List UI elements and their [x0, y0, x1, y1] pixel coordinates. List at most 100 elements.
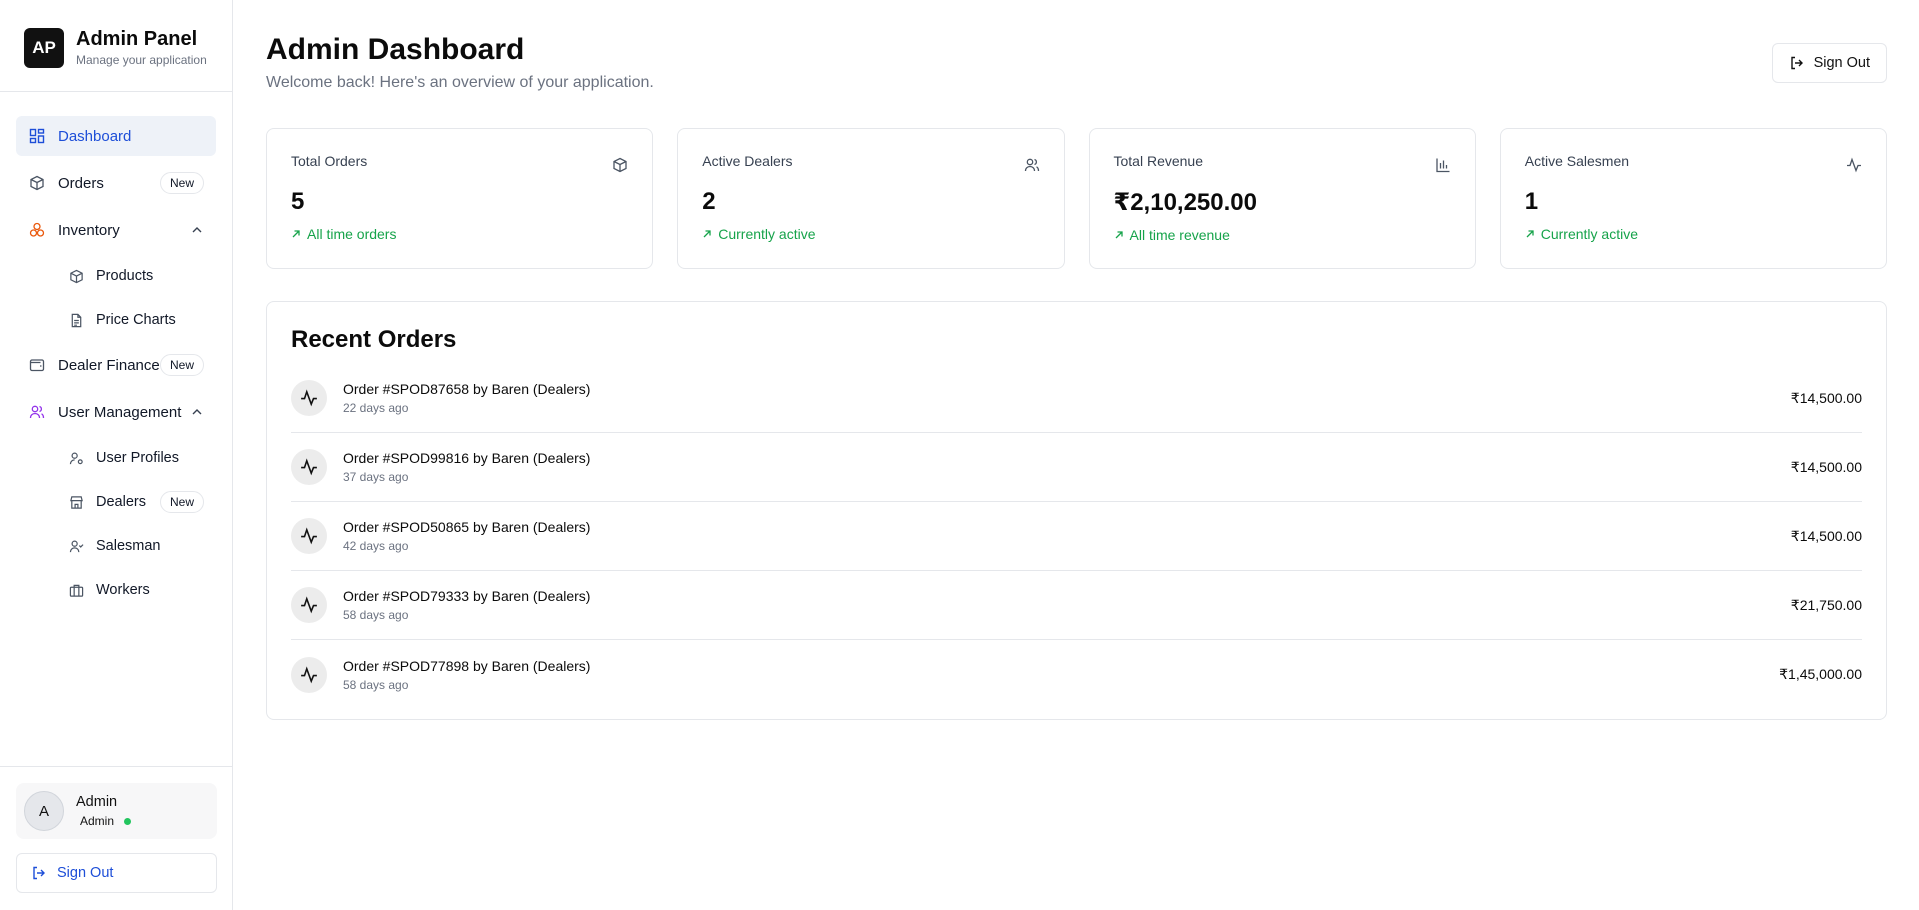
briefcase-icon	[68, 582, 84, 598]
stat-note: All time revenue	[1114, 227, 1451, 243]
user-role-label: Admin	[80, 814, 115, 828]
sidebar-item-label: Price Charts	[96, 312, 176, 328]
new-badge: New	[159, 491, 204, 513]
sidebar-footer: A Admin Admin Sign Out	[0, 766, 233, 910]
sidebar-item-label: User Profiles	[96, 450, 179, 466]
stat-note-text: All time revenue	[1129, 227, 1230, 243]
arrow-up-right-icon	[1525, 229, 1535, 239]
users-icon	[1024, 157, 1040, 173]
activity-icon	[291, 449, 327, 485]
sidebar-item-dealers[interactable]: Dealers New	[16, 483, 216, 521]
brand-title: Admin Panel	[76, 28, 198, 50]
sidebar-item-label: User Management	[58, 403, 182, 421]
sidebar-item-label: Dashboard	[58, 127, 132, 145]
activity-icon	[291, 587, 327, 623]
sidebar-item-user-management[interactable]: User Management	[16, 392, 216, 432]
sign-out-label: Sign Out	[1813, 55, 1870, 71]
order-time: 37 days ago	[343, 470, 409, 484]
new-badge: New	[159, 354, 204, 376]
wallet-icon	[28, 356, 46, 374]
sidebar-item-workers[interactable]: Workers	[16, 571, 216, 609]
user-role: Admin	[76, 814, 132, 828]
sidebar-item-label: Workers	[96, 582, 150, 598]
chevron-up-icon	[190, 223, 204, 237]
sidebar-item-salesman[interactable]: Salesman	[16, 527, 216, 565]
user-check-icon	[68, 538, 84, 554]
stat-note-text: Currently active	[718, 226, 816, 242]
stat-note-text: Currently active	[1540, 226, 1639, 242]
avatar: A	[24, 791, 64, 831]
order-amount: ₹1,45,000.00	[1779, 666, 1862, 682]
stat-card-active-salesmen: Active Salesmen 1 Currently active	[1499, 128, 1887, 269]
sidebar-item-dealer-finance[interactable]: Dealer Finance New	[16, 345, 216, 385]
sign-out-icon	[1789, 55, 1805, 71]
sidebar-sign-out-button[interactable]: Sign Out	[16, 853, 217, 893]
order-time: 22 days ago	[343, 401, 409, 415]
sidebar-item-inventory[interactable]: Inventory	[16, 210, 216, 250]
app-root: AP Admin Panel Manage your application D…	[0, 0, 1919, 910]
dashboard-icon	[28, 127, 46, 145]
list-item[interactable]: Order #SPOD79333 by Baren (Dealers) 58 d…	[291, 571, 1862, 640]
order-title: Order #SPOD87658 by Baren (Dealers)	[343, 381, 591, 397]
stat-value: 1	[1524, 188, 1539, 215]
users-icon	[28, 403, 46, 421]
main-content: Admin Dashboard Welcome back! Here's an …	[233, 0, 1919, 910]
sign-out-icon	[31, 865, 47, 881]
stat-note: All time orders	[291, 226, 628, 242]
list-item[interactable]: Order #SPOD99816 by Baren (Dealers) 37 d…	[291, 433, 1862, 502]
sidebar-item-label: Dealers	[96, 494, 146, 510]
box-icon	[28, 174, 46, 192]
stat-value: ₹2,10,250.00	[1113, 189, 1257, 216]
arrow-up-right-icon	[1114, 230, 1124, 240]
sidebar-item-user-profiles[interactable]: User Profiles	[16, 439, 216, 477]
list-item[interactable]: Order #SPOD50865 by Baren (Dealers) 42 d…	[291, 502, 1862, 571]
sidebar-item-label: Orders	[58, 174, 104, 192]
brand: AP Admin Panel Manage your application	[0, 0, 232, 92]
stat-value: 5	[291, 188, 305, 215]
page-header: Admin Dashboard Welcome back! Here's an …	[266, 32, 1887, 92]
stat-label: Total Revenue	[1113, 153, 1204, 169]
stat-note: Currently active	[702, 226, 1039, 242]
sidebar-item-dashboard[interactable]: Dashboard	[16, 116, 216, 156]
sidebar-item-label: Inventory	[58, 221, 120, 239]
arrow-up-right-icon	[702, 229, 712, 239]
order-title: Order #SPOD99816 by Baren (Dealers)	[343, 450, 591, 466]
bar-chart-icon	[1435, 157, 1451, 173]
brand-logo: AP	[24, 27, 64, 68]
sign-out-label: Sign Out	[57, 865, 114, 881]
chevron-up-icon	[190, 405, 204, 419]
stat-label: Active Dealers	[702, 153, 793, 169]
sidebar-item-products[interactable]: Products	[16, 257, 216, 295]
order-amount: ₹14,500.00	[1790, 389, 1862, 406]
stat-note: Currently active	[1525, 226, 1862, 242]
inventory-icon	[28, 221, 46, 239]
order-amount: ₹14,500.00	[1790, 458, 1862, 475]
list-item[interactable]: Order #SPOD77898 by Baren (Dealers) 58 d…	[291, 640, 1862, 709]
stat-card-total-revenue: Total Revenue ₹2,10,250.00 All time reve…	[1088, 128, 1476, 269]
order-time: 58 days ago	[343, 677, 409, 692]
sidebar-item-orders[interactable]: Orders New	[16, 163, 216, 203]
stat-label: Active Salesmen	[1524, 153, 1630, 169]
order-amount: ₹14,500.00	[1790, 527, 1862, 544]
new-badge: New	[159, 172, 204, 194]
arrow-up-right-icon	[291, 229, 301, 239]
recent-orders-title: Recent Orders	[291, 326, 457, 353]
activity-icon	[291, 518, 327, 554]
stat-card-active-dealers: Active Dealers 2 Currently active	[677, 128, 1065, 269]
document-icon	[68, 312, 84, 328]
user-settings-icon	[68, 450, 84, 466]
user-name: Admin	[76, 794, 118, 810]
order-time: 42 days ago	[343, 539, 409, 553]
activity-icon	[291, 656, 327, 693]
sidebar: AP Admin Panel Manage your application D…	[0, 0, 233, 910]
list-item[interactable]: Order #SPOD87658 by Baren (Dealers) 22 d…	[291, 364, 1862, 433]
sidebar-item-price-charts[interactable]: Price Charts	[16, 301, 216, 339]
user-card[interactable]: A Admin Admin	[16, 783, 217, 839]
recent-orders-card: Recent Orders Order #SPOD87658 by Baren …	[266, 301, 1887, 720]
stats-row: Total Orders 5 All time orders Active De…	[266, 128, 1887, 269]
page-subtitle: Welcome back! Here's an overview of your…	[266, 74, 654, 91]
header-sign-out-button[interactable]: Sign Out	[1771, 43, 1887, 83]
stat-label: Total Orders	[291, 153, 368, 169]
sidebar-item-label: Products	[96, 268, 154, 284]
page-title: Admin Dashboard	[266, 33, 525, 66]
